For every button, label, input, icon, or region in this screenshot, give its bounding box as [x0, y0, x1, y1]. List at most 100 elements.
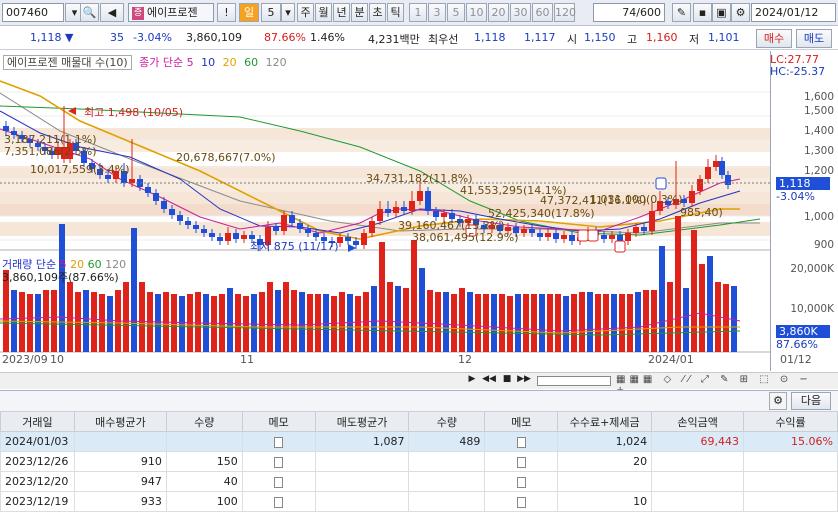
volume-bar	[427, 290, 433, 352]
table-row[interactable]: 2023/12/26 910 150 20	[0, 451, 838, 472]
volume-bar	[355, 296, 361, 352]
quote-bar: 1,118 ▼ 35 -3.04% 3,860,109 87.66% 1.46%…	[0, 27, 838, 50]
period-tab-1[interactable]: 월	[315, 3, 332, 22]
hc-label: HC:-25.37	[770, 65, 826, 78]
interval-button-4[interactable]: 20	[488, 3, 509, 22]
column-header[interactable]: 매수평균가	[73, 411, 167, 432]
rewind-icon[interactable]: ◀◀	[482, 374, 496, 388]
column-header[interactable]: 손익금액	[651, 411, 745, 432]
column-header[interactable]: 수익률	[743, 411, 838, 432]
volume-profile-label: 34,731,182(11.8%)	[366, 172, 473, 185]
candle	[193, 225, 199, 229]
buy-button[interactable]: 매수	[756, 29, 792, 48]
volume-bar	[675, 216, 681, 352]
memo-icon[interactable]	[484, 431, 559, 452]
interval-button-0[interactable]: 1	[409, 3, 427, 22]
table-cell: 2024/01/03	[0, 431, 75, 452]
date-field[interactable]: 2024/01/12	[751, 3, 836, 22]
column-header[interactable]: 메모	[241, 411, 316, 432]
gear-icon[interactable]: ⚙	[731, 3, 750, 22]
volume-bar	[395, 286, 401, 352]
interval-button-1[interactable]: 3	[428, 3, 446, 22]
table-cell	[73, 431, 167, 452]
memo-icon[interactable]	[484, 451, 559, 472]
volume-bar	[539, 294, 545, 352]
alert-icon[interactable]: !	[217, 3, 236, 22]
table-row[interactable]: 2023/12/20 947 40	[0, 471, 838, 492]
interval-button-6[interactable]: 60	[532, 3, 553, 22]
settings-gear-icon[interactable]: ⚙	[769, 392, 787, 410]
period-tab-2[interactable]: 년	[333, 3, 350, 22]
scroll-right-icon[interactable]: ▶	[466, 374, 478, 388]
table-cell: 2023/12/20	[0, 471, 75, 492]
column-header[interactable]: 거래일	[0, 411, 75, 432]
stop-icon[interactable]: ■	[501, 374, 513, 388]
period-tab-0[interactable]: 주	[297, 3, 314, 22]
vol-current-pct: 87.66%	[776, 338, 818, 351]
play-icon[interactable]: ▶▶	[517, 374, 531, 388]
column-header[interactable]: 수수료+제세금	[557, 411, 653, 432]
table-row[interactable]: 2023/12/19 933 100 10	[0, 491, 838, 512]
low-price: 1,101	[708, 31, 740, 44]
volume-bar	[275, 290, 281, 352]
best-ask: 1,118	[474, 31, 506, 44]
tools-icon[interactable]: ✎	[672, 3, 691, 22]
table-cell	[651, 451, 745, 472]
sell-button[interactable]: 매도	[796, 29, 832, 48]
column-header[interactable]: 수량	[408, 411, 486, 432]
candle	[705, 167, 711, 179]
volume-value: 3,860,109주(87.66%)	[2, 271, 119, 284]
interval-button-5[interactable]: 30	[510, 3, 531, 22]
interval-button-3[interactable]: 10	[466, 3, 487, 22]
volume-bar	[339, 292, 345, 352]
interval-button-2[interactable]: 5	[447, 3, 465, 22]
period-day-button[interactable]: 일	[239, 3, 259, 22]
trade-panel-bar: ⚙ 다음	[0, 390, 838, 411]
toolbar: 007460 ▾ 🔍 ◀ 증 에이프로젠 ! 일 5 ▾ 74/600 ✎ ▪ ▣…	[0, 0, 838, 26]
signal-marker	[587, 229, 599, 242]
best-label: 최우선	[428, 33, 459, 46]
price-chart[interactable]	[0, 51, 770, 371]
chart-scroll-bar[interactable]: ▶ ◀◀ ■ ▶▶ ▦▦▦ ◇ ⁄⁄ ⤢ ✎ ⊞ ⬚ ⊙ −+	[0, 372, 838, 396]
memo-icon[interactable]	[241, 471, 316, 492]
period-tab-5[interactable]: 틱	[387, 3, 404, 22]
period-value[interactable]: 5	[261, 3, 281, 22]
memo-icon[interactable]	[241, 431, 316, 452]
volume-bar	[91, 292, 97, 352]
volume-bar	[107, 296, 113, 352]
column-header[interactable]: 매도평균가	[314, 411, 410, 432]
table-row[interactable]: 2024/01/03 1,087 489 1,024 69,443 15.06%	[0, 431, 838, 452]
volume-ratio: 87.66%	[264, 31, 306, 44]
memo-icon[interactable]	[484, 471, 559, 492]
memo-icon[interactable]	[241, 451, 316, 472]
zoom-slider[interactable]	[537, 376, 611, 386]
volume-bar	[211, 296, 217, 352]
candle	[697, 179, 703, 191]
volume-bar	[51, 290, 57, 352]
volume-bar	[227, 288, 233, 352]
memo-icon[interactable]	[484, 491, 559, 512]
candle	[433, 211, 439, 217]
chart-tools-icon[interactable]: ▦▦▦ ◇ ⁄⁄ ⤢ ✎ ⊞ ⬚ ⊙ −+	[616, 374, 816, 396]
search-icon[interactable]: 🔍	[80, 3, 99, 22]
bar-count-field[interactable]: 74/600	[593, 3, 665, 22]
candle	[601, 235, 607, 239]
volume-bar	[267, 282, 273, 352]
spin-icon[interactable]: ▾	[281, 3, 295, 22]
speaker-icon[interactable]: ◀	[100, 3, 124, 22]
candle	[393, 207, 399, 213]
column-header[interactable]: 수량	[165, 411, 243, 432]
next-button[interactable]: 다음	[791, 392, 831, 410]
high-label: 최고 1,498 (10/05)	[84, 106, 184, 119]
volume-bar	[619, 294, 625, 352]
memo-icon[interactable]	[241, 491, 316, 512]
period-tab-4[interactable]: 초	[369, 3, 386, 22]
column-header[interactable]: 메모	[484, 411, 559, 432]
volume-profile-label: 10,017,559(3.4%)	[30, 163, 130, 176]
color-icon[interactable]: ▪	[693, 3, 712, 22]
period-tab-3[interactable]: 분	[351, 3, 368, 22]
stock-code-input[interactable]: 007460	[2, 3, 64, 22]
interval-button-7[interactable]: 120	[554, 3, 576, 22]
legend-name: 에이프로젠 매물대 수(10)	[3, 55, 132, 70]
save-icon[interactable]: ▣	[712, 3, 731, 22]
